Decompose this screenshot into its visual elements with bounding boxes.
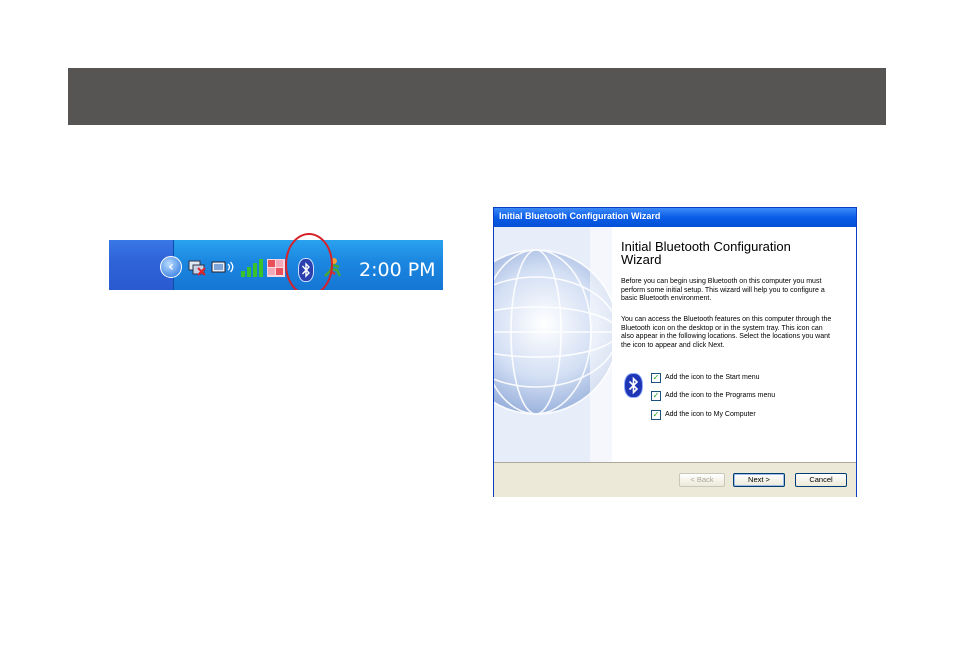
wizard-body: Initial Bluetooth Configuration Wizard B… — [494, 227, 856, 462]
my-computer-checkbox[interactable]: ✓ — [651, 410, 661, 420]
globe-graphic — [494, 227, 612, 462]
intro-paragraph: Before you can begin using Bluetooth on … — [621, 278, 825, 302]
taskbar-screenshot: ‹ 2:00 PM — [109, 228, 443, 290]
wizard-heading-line2: Wizard — [621, 252, 662, 267]
page-header-bar — [68, 68, 886, 125]
cancel-button[interactable]: Cancel — [795, 473, 847, 487]
start-menu-checkbox[interactable]: ✓ — [651, 373, 661, 383]
back-button[interactable]: < Back — [679, 473, 725, 487]
window-title: Initial Bluetooth Configuration Wizard — [499, 211, 661, 221]
programs-menu-label: Add the icon to the Programs menu — [665, 392, 776, 399]
wizard-heading: Initial Bluetooth Configuration Wizard — [621, 240, 831, 266]
programs-menu-checkbox[interactable]: ✓ — [651, 391, 661, 401]
locations-paragraph: You can access the Bluetooth features on… — [621, 316, 832, 349]
start-menu-label: Add the icon to the Start menu — [665, 374, 760, 381]
bluetooth-highlight-circle — [285, 233, 333, 290]
security-flag-icon[interactable] — [266, 258, 286, 278]
tray-clock[interactable]: 2:00 PM — [359, 259, 436, 281]
wizard-content: Initial Bluetooth Configuration Wizard B… — [621, 227, 851, 462]
wizard-footer: < Back Next > Cancel — [494, 462, 856, 497]
show-hidden-icons-chevron-icon[interactable]: ‹ — [160, 256, 182, 278]
my-computer-label: Add the icon to My Computer — [665, 411, 756, 418]
bluetooth-icon — [624, 373, 643, 398]
signal-strength-icon[interactable] — [240, 258, 264, 278]
next-button[interactable]: Next > — [733, 473, 785, 487]
bluetooth-wizard-window: Initial Bluetooth Configuration Wizard I… — [493, 207, 857, 497]
wireless-network-icon[interactable] — [211, 258, 237, 276]
network-disconnected-icon[interactable] — [187, 259, 207, 277]
window-titlebar: Initial Bluetooth Configuration Wizard — [494, 208, 856, 227]
